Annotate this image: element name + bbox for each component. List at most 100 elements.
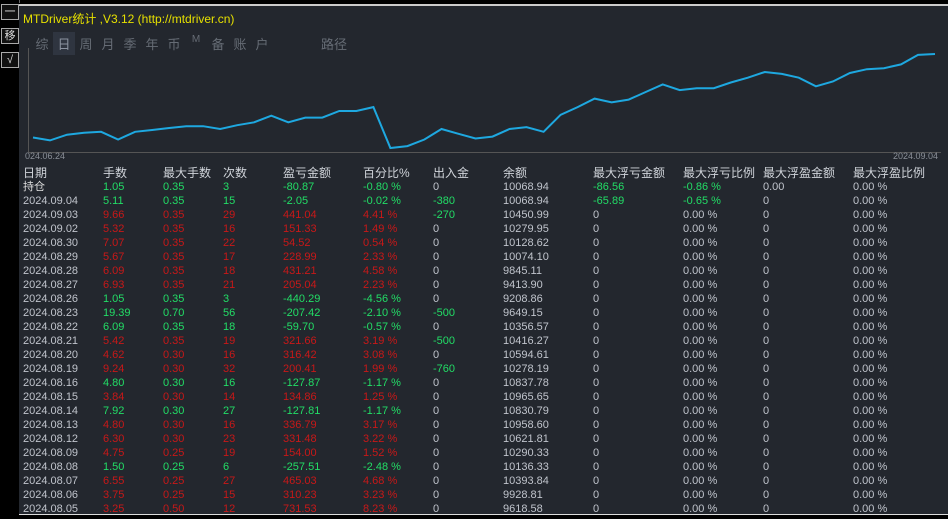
table-cell: 0	[433, 489, 440, 501]
table-cell: 134.86	[283, 391, 317, 403]
table-cell: 154.00	[283, 447, 317, 459]
table-cell: 6.30	[103, 433, 125, 445]
table-cell: 0.30	[163, 405, 185, 417]
table-cell: 19	[223, 335, 236, 347]
table-cell: 2024.09.04	[23, 195, 79, 207]
table-cell: 0.00 %	[683, 433, 718, 445]
table-cell: 0	[763, 209, 770, 221]
table-cell: 10279.95	[503, 223, 549, 235]
table-cell: 2024.09.03	[23, 209, 79, 221]
table-cell: 0.54 %	[363, 237, 398, 249]
table-cell: 9413.90	[503, 279, 543, 291]
table-cell: 0.00 %	[853, 419, 888, 431]
table-cell: 0	[593, 209, 600, 221]
table-cell: 4.75	[103, 447, 125, 459]
table-cell: -207.42	[283, 307, 321, 319]
table-cell: 0	[593, 293, 600, 305]
table-cell: 0	[433, 391, 440, 403]
table-cell: -1.17 %	[363, 405, 401, 417]
table-cell: 10136.33	[503, 461, 549, 473]
table-cell: 10068.94	[503, 181, 549, 193]
table-cell: 0.00 %	[683, 335, 718, 347]
table-cell: 持仓	[23, 181, 45, 193]
table-cell: 0.00 %	[683, 489, 718, 501]
table-cell: 0	[593, 391, 600, 403]
table-cell: 0	[433, 433, 440, 445]
check-icon[interactable]: √	[1, 52, 19, 68]
table-cell: 0	[433, 265, 440, 277]
table-cell: 19.39	[103, 307, 131, 319]
table-cell: 0	[763, 377, 770, 389]
table-cell: 10128.62	[503, 237, 549, 249]
table-cell: 0	[593, 363, 600, 375]
table-cell: 3.19 %	[363, 335, 398, 347]
table-cell: 200.41	[283, 363, 317, 375]
table-cell: -270	[433, 209, 456, 221]
table-cell: 0.00 %	[683, 349, 718, 361]
table-cell: 0.00 %	[853, 237, 888, 249]
table-cell: 23	[223, 433, 236, 445]
table-cell: 0	[433, 279, 440, 291]
table-cell: 10290.33	[503, 447, 549, 459]
table-cell: 0.35	[163, 223, 185, 235]
table-row: 2024.08.08 1.50 0.25 6 -257.51 -2.48 % 0 10136.…	[19, 460, 948, 474]
table-cell: 0.00 %	[683, 391, 718, 403]
table-cell: 1.49 %	[363, 223, 398, 235]
table-cell: 5.11	[103, 195, 124, 207]
table-cell: 3	[223, 181, 230, 193]
table-cell: 0	[593, 419, 600, 431]
table-cell: 2024.08.28	[23, 265, 79, 277]
table-cell: 0	[763, 363, 770, 375]
minimize-icon[interactable]: 一	[1, 4, 19, 20]
table-cell: 336.79	[283, 419, 317, 431]
table-cell: 7.92	[103, 405, 125, 417]
table-row: 2024.08.30 7.07 0.35 22 54.52 0.54 % 0 10128.62…	[19, 236, 948, 250]
table-cell: 10356.57	[503, 321, 549, 333]
table-row: 2024.08.21 5.42 0.35 19 321.66 3.19 % -500 1041…	[19, 334, 948, 348]
table-cell: 2024.08.08	[23, 461, 79, 473]
table-cell: 0.30	[163, 391, 185, 403]
table-cell: 18	[223, 265, 236, 277]
table-cell: 0.30	[163, 363, 185, 375]
table-cell: 0.00 %	[853, 363, 888, 375]
column-header: 余额	[503, 166, 528, 180]
table-cell: -257.51	[283, 461, 321, 473]
table-cell: 0	[763, 475, 770, 487]
table-cell: 2024.08.26	[23, 293, 79, 305]
table-cell: 0	[763, 237, 770, 249]
table-cell: 0	[593, 335, 600, 347]
table-cell: 0	[763, 461, 770, 473]
table-cell: 0.00 %	[853, 461, 888, 473]
table-cell: 16	[223, 419, 236, 431]
table-cell: 0	[433, 377, 440, 389]
table-cell: -59.70	[283, 321, 315, 333]
table-cell: 16	[223, 349, 236, 361]
table-cell: 228.99	[283, 251, 317, 263]
bottom-scrollbar[interactable]	[19, 514, 948, 519]
table-row: 2024.08.28 6.09 0.35 18 431.21 4.58 % 0 9845.11…	[19, 264, 948, 278]
table-cell: 4.58 %	[363, 265, 398, 277]
table-cell: 7.07	[103, 237, 125, 249]
table-cell: 3.75	[103, 489, 125, 501]
table-cell: 10958.60	[503, 419, 549, 431]
table-cell: -127.87	[283, 377, 321, 389]
table-cell: -380	[433, 195, 456, 207]
table-cell: 9649.15	[503, 307, 543, 319]
table-cell: -2.10 %	[363, 307, 401, 319]
table-cell: 0.00 %	[683, 237, 718, 249]
table-cell: 0.25	[163, 461, 185, 473]
table-cell: 9845.11	[503, 265, 542, 277]
table-cell: 431.21	[283, 265, 317, 277]
table-cell: 316.42	[283, 349, 317, 361]
table-cell: 6	[223, 461, 230, 473]
table-cell: 0	[433, 447, 440, 459]
table-cell: 0.70	[163, 307, 185, 319]
move-icon[interactable]: 移	[1, 28, 19, 44]
table-cell: 0.00 %	[683, 279, 718, 291]
table-cell: 0	[433, 251, 440, 263]
column-header: 百分比%	[363, 166, 410, 180]
stats-panel: MTDriver统计 ,V3.12 (http://mtdriver.cn) 综…	[19, 4, 948, 516]
table-cell: 0.00 %	[683, 461, 718, 473]
table-cell: 9.66	[103, 209, 125, 221]
table-cell: 1.25 %	[363, 391, 398, 403]
